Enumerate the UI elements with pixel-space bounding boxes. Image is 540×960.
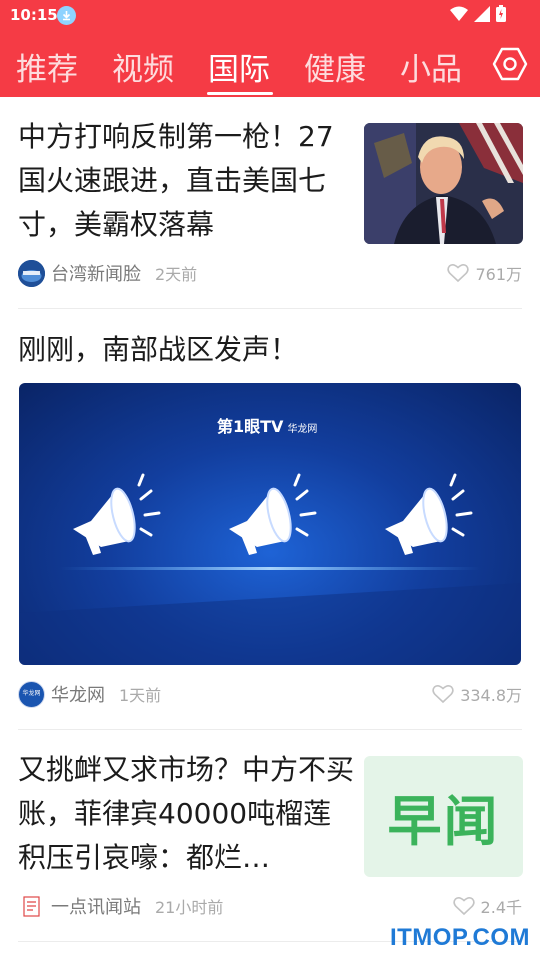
status-icons	[450, 5, 506, 22]
tab-health[interactable]: 健康	[304, 44, 366, 89]
tab-sketch[interactable]: 小品	[400, 44, 462, 89]
article-title[interactable]: 中方打响反制第一枪！27国火速跟进，直击美国七寸，美霸权落幕	[18, 115, 348, 247]
publish-time: 21小时前	[155, 898, 224, 917]
heart-icon	[432, 685, 454, 704]
list-item[interactable]: 中方打响反制第一枪！27国火速跟进，直击美国七寸，美霸权落幕 台湾新闻脸 2天前…	[0, 97, 540, 309]
source-avatar: 华龙网	[18, 680, 45, 708]
article-thumbnail[interactable]: 早闻	[364, 756, 523, 877]
publish-time: 1天前	[119, 686, 162, 705]
publish-time: 2天前	[155, 265, 198, 284]
tab-international[interactable]: 国际	[208, 44, 270, 89]
source-name[interactable]: 台湾新闻脸	[51, 260, 141, 286]
article-title[interactable]: 刚刚，南部战区发声！	[18, 328, 518, 372]
megaphone-icon	[73, 473, 161, 555]
status-time: 10:15	[10, 6, 58, 24]
source-name[interactable]: 华龙网	[51, 681, 105, 707]
article-meta: 华龙网 华龙网 1天前	[18, 680, 161, 708]
tab-recommend[interactable]: 推荐	[16, 44, 78, 89]
list-item[interactable]: 又挑衅又求市场？中方不买账，菲律宾40000吨榴莲积压引哀嚎：都烂… 早闻 一点…	[0, 730, 540, 942]
active-tab-indicator	[207, 92, 273, 95]
video-brand-logo: 第1眼TV 华龙网	[217, 413, 317, 437]
like-button[interactable]: 2.4千	[452, 892, 522, 920]
channel-tabs: 推荐 视频 国际 健康 小品	[0, 40, 540, 97]
article-meta: 一点讯闻站 21小时前	[18, 892, 223, 920]
list-item[interactable]: 刚刚，南部战区发声！ 第1眼TV 华龙网 华龙网 华龙网 1天前 334.8万	[0, 309, 540, 729]
thumbnail-text: 早闻	[387, 790, 500, 853]
signal-icon	[474, 5, 490, 22]
tab-video[interactable]: 视频	[112, 44, 174, 89]
like-button[interactable]: 761万	[447, 259, 522, 287]
video-brand-sub: 华龙网	[287, 424, 318, 435]
video-thumbnail[interactable]: 第1眼TV 华龙网	[19, 383, 521, 665]
like-button[interactable]: 334.8万	[432, 680, 522, 708]
heart-icon	[452, 897, 475, 916]
source-avatar	[18, 893, 45, 920]
article-thumbnail[interactable]	[364, 123, 523, 244]
wifi-icon	[450, 6, 468, 21]
status-bar: 10:15	[0, 0, 540, 32]
article-title[interactable]: 又挑衅又求市场？中方不买账，菲律宾40000吨榴莲积压引哀嚎：都烂…	[18, 748, 354, 880]
channel-settings-icon[interactable]	[492, 46, 528, 82]
video-brand: 第1眼TV	[217, 417, 284, 436]
like-count: 2.4千	[480, 898, 522, 917]
source-avatar	[18, 259, 45, 287]
megaphone-icon	[385, 473, 473, 555]
watermark: ITMOP.COM	[389, 924, 530, 951]
like-count: 761万	[475, 265, 522, 284]
megaphone-icon	[229, 473, 317, 555]
download-icon	[57, 6, 76, 25]
heart-icon	[447, 264, 470, 283]
article-meta: 台湾新闻脸 2天前	[18, 259, 197, 287]
source-name[interactable]: 一点讯闻站	[51, 893, 141, 919]
battery-icon	[496, 5, 506, 22]
top-header: 10:15 推荐 视频 国际 健康 小品	[0, 0, 540, 97]
like-count: 334.8万	[460, 686, 522, 705]
